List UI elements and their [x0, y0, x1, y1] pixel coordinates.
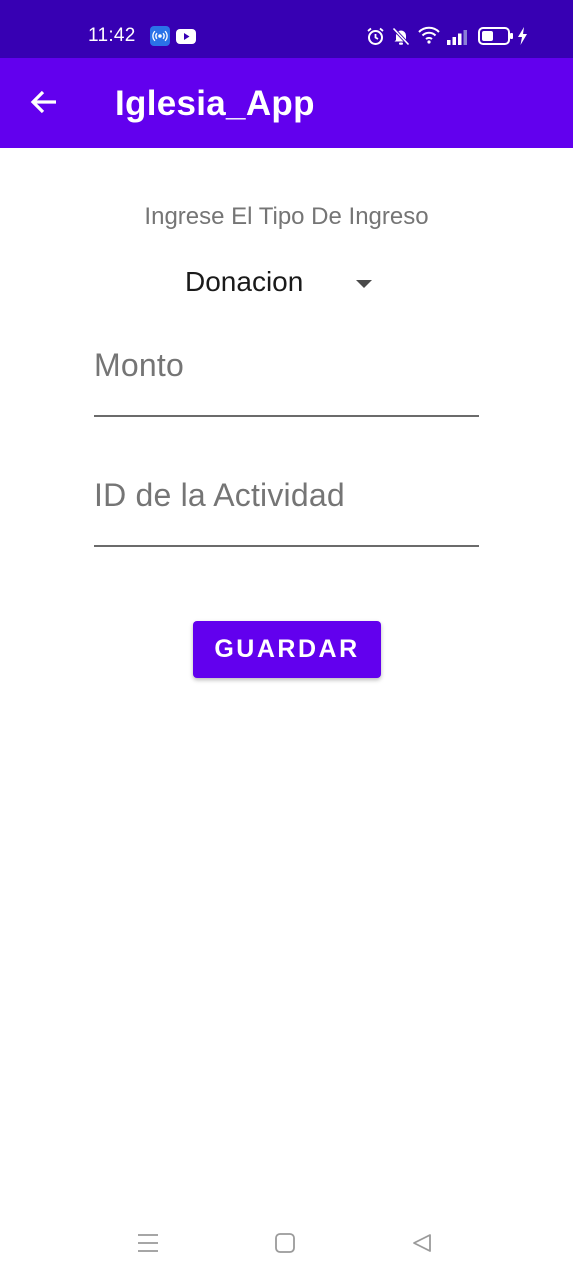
- signal-icon: [447, 29, 469, 50]
- app-bar: Iglesia_App: [0, 58, 573, 148]
- monto-input[interactable]: Monto: [94, 347, 479, 417]
- back-triangle-icon: [412, 1233, 432, 1258]
- charging-icon: [517, 27, 528, 50]
- alarm-icon: [366, 27, 385, 51]
- screen: 11:42 Iglesia_App Ingrese El Tipo De Ing…: [0, 0, 573, 1280]
- monto-placeholder: Monto: [94, 347, 184, 383]
- battery-icon: [478, 27, 514, 50]
- notifications-off-icon: [392, 27, 410, 51]
- dropdown-arrow-icon: [355, 276, 373, 288]
- income-type-label: Ingrese El Tipo De Ingreso: [144, 203, 429, 230]
- arrow-back-icon: [30, 89, 58, 120]
- nav-back-button[interactable]: [405, 1228, 439, 1262]
- actividad-id-underline: [94, 545, 479, 547]
- back-button[interactable]: [22, 82, 66, 126]
- app-title: Iglesia_App: [115, 84, 315, 123]
- status-bar: 11:42: [0, 0, 573, 58]
- actividad-id-placeholder: ID de la Actividad: [94, 477, 345, 513]
- youtube-icon: [176, 26, 196, 46]
- income-type-spinner[interactable]: Donacion: [170, 258, 390, 306]
- nav-home-button[interactable]: [268, 1228, 302, 1262]
- nav-menu-button[interactable]: [131, 1228, 165, 1262]
- wifi-icon: [418, 26, 440, 49]
- home-icon: [275, 1232, 295, 1258]
- save-button[interactable]: GUARDAR: [193, 621, 381, 678]
- status-time: 11:42: [88, 25, 136, 46]
- income-type-selected-value: Donacion: [185, 266, 304, 297]
- actividad-id-input[interactable]: ID de la Actividad: [94, 477, 479, 547]
- radio-broadcast-icon: [150, 26, 170, 46]
- monto-underline: [94, 415, 479, 417]
- menu-icon: [137, 1233, 159, 1258]
